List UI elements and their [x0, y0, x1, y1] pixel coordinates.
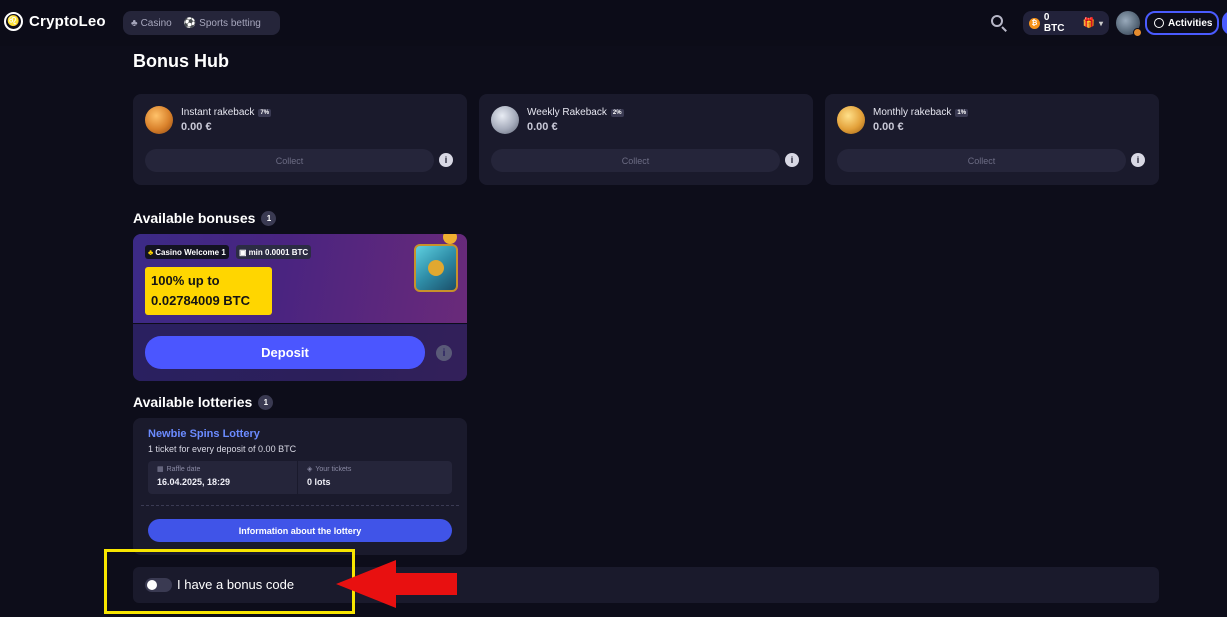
rakeback-title: Weekly Rakeback 2% — [527, 107, 624, 118]
nav-sports-label: Sports betting — [199, 17, 261, 29]
raffle-date-label: ▦ Raffle date — [157, 465, 201, 474]
bonuses-section-title: Available bonuses 1 — [133, 210, 277, 226]
info-icon[interactable]: i — [1131, 153, 1145, 167]
bonus-card-actions: Deposit i — [133, 325, 467, 381]
bonus-tag-label: Casino Welcome 1 — [155, 247, 226, 257]
collect-button[interactable]: Collect — [837, 149, 1126, 172]
lottery-details: ▦ Raffle date 16.04.2025, 18:29 ◈ Your t… — [148, 461, 452, 494]
coin-icon — [443, 234, 457, 244]
rakeback-card-monthly: Monthly rakeback 1% 0.00 € Collect i — [825, 94, 1159, 185]
rakeback-title: Instant rakeback 7% — [181, 107, 272, 118]
info-icon[interactable]: i — [439, 153, 453, 167]
raffle-date-label-text: Raffle date — [166, 465, 201, 473]
tickets-label-text: Your tickets — [315, 465, 352, 473]
logo[interactable]: ♌ CryptoLeo — [4, 12, 106, 31]
bonus-offer: 100% up to 0.02784009 BTC — [145, 267, 272, 315]
lotteries-count-badge: 1 — [258, 394, 274, 410]
avatar-status-badge — [1133, 28, 1142, 37]
rakeback-amount: 0.00 € — [527, 121, 558, 133]
treasure-chest-icon — [414, 244, 458, 292]
search-icon[interactable] — [990, 14, 1008, 32]
bonus-card: ♣ Casino Welcome 1 ▣ min 0.0001 BTC 100%… — [133, 234, 467, 381]
avatar[interactable] — [1116, 11, 1142, 37]
lion-logo-icon: ♌ — [4, 12, 23, 31]
balance-value: 0 BTC — [1043, 12, 1065, 34]
top-header: ♌ CryptoLeo ♣ Casino ⚽ Sports betting ₿ … — [0, 0, 1227, 46]
target-icon — [1154, 18, 1164, 28]
tickets-label: ◈ Your tickets — [307, 465, 352, 474]
collect-button[interactable]: Collect — [145, 149, 434, 172]
red-arrow-icon — [336, 560, 457, 608]
lotteries-section-title: Available lotteries 1 — [133, 394, 274, 410]
lottery-name[interactable]: Newbie Spins Lottery — [148, 428, 260, 440]
min-deposit-tag: ▣ min 0.0001 BTC — [236, 245, 312, 259]
raffle-date-cell: ▦ Raffle date 16.04.2025, 18:29 — [148, 461, 298, 494]
collect-button[interactable]: Collect — [491, 149, 780, 172]
percent-badge: 2% — [610, 108, 624, 117]
info-icon[interactable]: i — [785, 153, 799, 167]
percent-badge: 1% — [955, 108, 969, 117]
nav-casino[interactable]: ♣ Casino — [131, 18, 172, 29]
divider — [141, 505, 459, 506]
rakeback-name: Weekly Rakeback — [527, 107, 607, 118]
nav-sports-betting[interactable]: ⚽ Sports betting — [184, 18, 261, 29]
bitcoin-icon: ₿ — [1029, 17, 1040, 29]
casino-icon: ♣ — [131, 17, 138, 29]
wallet-icon: ▣ — [239, 247, 247, 257]
gift-icon[interactable]: 🎁 — [1083, 18, 1095, 29]
tickets-value: 0 lots — [307, 477, 331, 487]
rakeback-name: Instant rakeback — [181, 107, 255, 118]
raffle-date-value: 16.04.2025, 18:29 — [157, 477, 231, 487]
lottery-card: Newbie Spins Lottery 1 ticket for every … — [133, 418, 467, 555]
rakeback-amount: 0.00 € — [873, 121, 904, 133]
silver-coin-icon — [491, 106, 519, 134]
activities-button[interactable]: Activities — [1145, 11, 1219, 35]
percent-badge: 7% — [258, 108, 272, 117]
rakeback-card-instant: Instant rakeback 7% 0.00 € Collect i — [133, 94, 467, 185]
nav-casino-label: Casino — [140, 17, 172, 29]
lotteries-title: Available lotteries — [133, 394, 253, 410]
offer-line-1: 100% up to — [151, 273, 220, 288]
bonus-type-tag: ♣ Casino Welcome 1 — [145, 245, 229, 259]
chevron-down-icon[interactable]: ▾ — [1099, 19, 1103, 28]
casino-icon: ♣ — [148, 247, 154, 257]
offer-line-2: 0.02784009 BTC — [151, 293, 251, 308]
tickets-cell: ◈ Your tickets 0 lots — [298, 461, 452, 494]
ticket-icon: ◈ — [307, 466, 313, 473]
rakeback-amount: 0.00 € — [181, 121, 212, 133]
edge-button[interactable] — [1222, 11, 1227, 35]
highlight-box — [104, 549, 355, 614]
bonuses-count-badge: 1 — [261, 210, 277, 226]
gold-coin-icon — [837, 106, 865, 134]
main-nav: ♣ Casino ⚽ Sports betting — [123, 11, 280, 35]
deposit-button[interactable]: Deposit — [145, 336, 425, 369]
lottery-description: 1 ticket for every deposit of 0.00 BTC — [148, 444, 297, 454]
page-title: Bonus Hub — [133, 51, 229, 71]
bronze-coin-icon — [145, 106, 173, 134]
rakeback-title: Monthly rakeback 1% — [873, 107, 969, 118]
logo-text: CryptoLeo — [29, 13, 106, 30]
bonus-card-banner: ♣ Casino Welcome 1 ▣ min 0.0001 BTC 100%… — [133, 234, 467, 324]
rakeback-card-weekly: Weekly Rakeback 2% 0.00 € Collect i — [479, 94, 813, 185]
activities-label: Activities — [1168, 17, 1213, 29]
calendar-icon: ▦ — [157, 466, 164, 473]
min-deposit-label: min 0.0001 BTC — [248, 247, 309, 257]
rakeback-name: Monthly rakeback — [873, 107, 952, 118]
ball-icon: ⚽ — [183, 17, 197, 29]
balance-selector[interactable]: ₿ 0 BTC 🎁 ▾ — [1023, 11, 1109, 35]
bonuses-title: Available bonuses — [133, 210, 256, 226]
info-icon[interactable]: i — [436, 345, 452, 361]
lottery-info-button[interactable]: Information about the lottery — [148, 519, 452, 542]
